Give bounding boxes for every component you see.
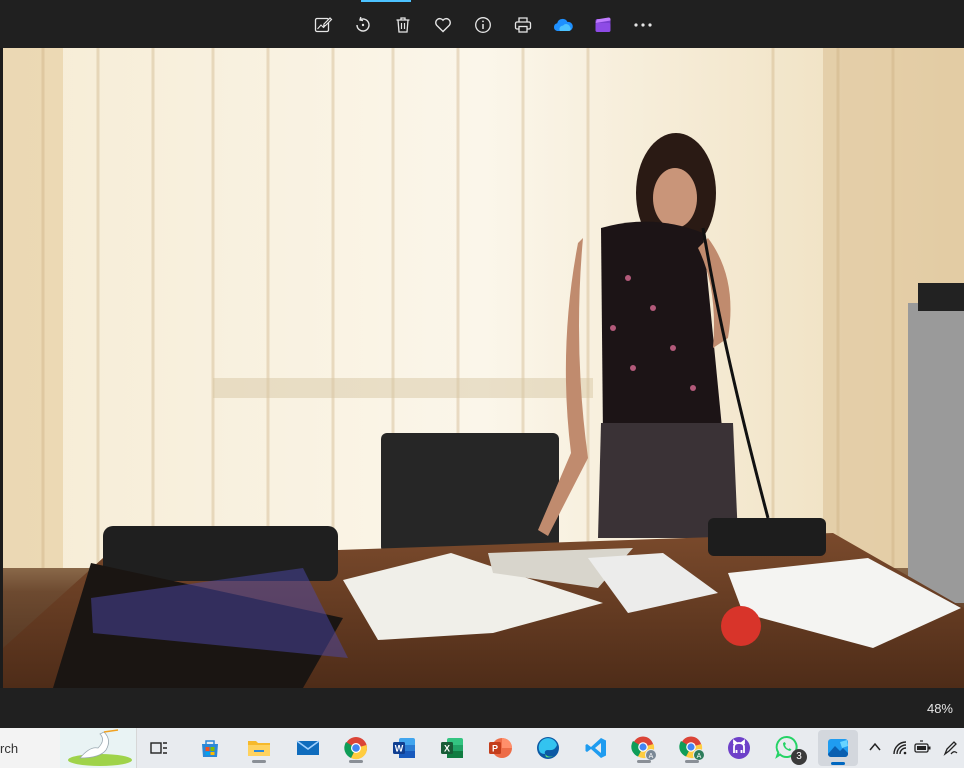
running-indicator — [252, 760, 266, 763]
task-view-icon — [150, 742, 167, 754]
vscode-icon — [585, 738, 606, 758]
zoom-level[interactable]: 48% — [927, 701, 953, 716]
edit-image-icon — [314, 17, 333, 33]
taskbar-search-box[interactable]: rch — [0, 728, 137, 768]
file-info-button[interactable] — [470, 12, 496, 38]
folder-icon — [248, 741, 270, 756]
active-indicator — [831, 762, 845, 765]
svg-text:X: X — [444, 744, 450, 754]
edit-image-button[interactable] — [310, 12, 336, 38]
edge-icon — [537, 737, 559, 759]
print-button[interactable] — [510, 12, 536, 38]
taskbar-vscode[interactable] — [580, 732, 612, 764]
battery-icon[interactable] — [914, 740, 932, 756]
taskbar-edge[interactable] — [532, 732, 564, 764]
clipchamp-button[interactable] — [590, 12, 616, 38]
office-photo[interactable] — [3, 48, 964, 688]
excel-icon: X — [441, 738, 463, 758]
powerpoint-icon: P — [489, 738, 512, 758]
taskbar-chrome[interactable] — [340, 732, 372, 764]
image-viewer — [0, 48, 964, 688]
see-more-button[interactable] — [630, 12, 656, 38]
taskbar-github-desktop[interactable] — [723, 732, 755, 764]
taskbar-photos[interactable] — [818, 730, 858, 766]
mail-icon — [296, 740, 320, 755]
taskbar-whatsapp[interactable]: 3 — [772, 732, 807, 765]
svg-text:P: P — [492, 744, 498, 754]
wifi-icon[interactable] — [892, 740, 908, 756]
search-highlight-heron-icon — [60, 728, 136, 768]
trash-icon — [396, 17, 410, 33]
taskbar-powerpoint[interactable]: P — [484, 732, 516, 764]
notification-badge: 3 — [791, 749, 807, 765]
delete-button[interactable] — [390, 12, 416, 38]
photos-toolbar — [0, 0, 964, 48]
pen-icon[interactable] — [942, 740, 960, 756]
info-icon — [475, 17, 491, 33]
onedrive-button[interactable] — [550, 12, 576, 38]
printer-icon — [514, 17, 532, 33]
store-icon — [202, 740, 218, 757]
running-indicator — [349, 760, 363, 763]
favorite-button[interactable] — [430, 12, 456, 38]
taskbar-chrome-profile-b[interactable]: A — [676, 732, 708, 764]
svg-text:A: A — [697, 753, 702, 760]
running-indicator — [637, 760, 651, 763]
more-icon — [634, 23, 652, 27]
taskbar-file-explorer[interactable] — [243, 732, 275, 764]
running-indicator — [685, 760, 699, 763]
rotate-icon — [356, 16, 370, 32]
taskbar: rch W X P A A 3 — [0, 728, 964, 768]
office-scene-illustration — [3, 48, 964, 688]
search-text: rch — [0, 741, 19, 756]
status-bar — [0, 688, 964, 728]
chrome-profile-icon: A — [679, 736, 705, 761]
github-icon — [728, 737, 750, 759]
chrome-profile-icon: A — [631, 736, 657, 761]
clipchamp-icon — [595, 17, 611, 32]
chrome-icon — [344, 737, 367, 760]
heart-icon — [435, 17, 451, 33]
svg-text:W: W — [395, 744, 404, 754]
taskbar-mail[interactable] — [292, 732, 324, 764]
chevron-up-icon[interactable] — [868, 740, 882, 754]
task-view-button[interactable] — [143, 732, 175, 764]
rotate-button[interactable] — [350, 12, 376, 38]
taskbar-word[interactable]: W — [388, 732, 420, 764]
word-icon: W — [393, 738, 415, 758]
toolbar-active-indicator — [361, 0, 411, 2]
cloud-icon — [553, 18, 573, 31]
taskbar-chrome-profile-a[interactable]: A — [628, 732, 660, 764]
photos-icon — [828, 739, 848, 757]
taskbar-excel[interactable]: X — [436, 732, 468, 764]
svg-text:A: A — [649, 753, 654, 760]
taskbar-store[interactable] — [194, 732, 226, 764]
